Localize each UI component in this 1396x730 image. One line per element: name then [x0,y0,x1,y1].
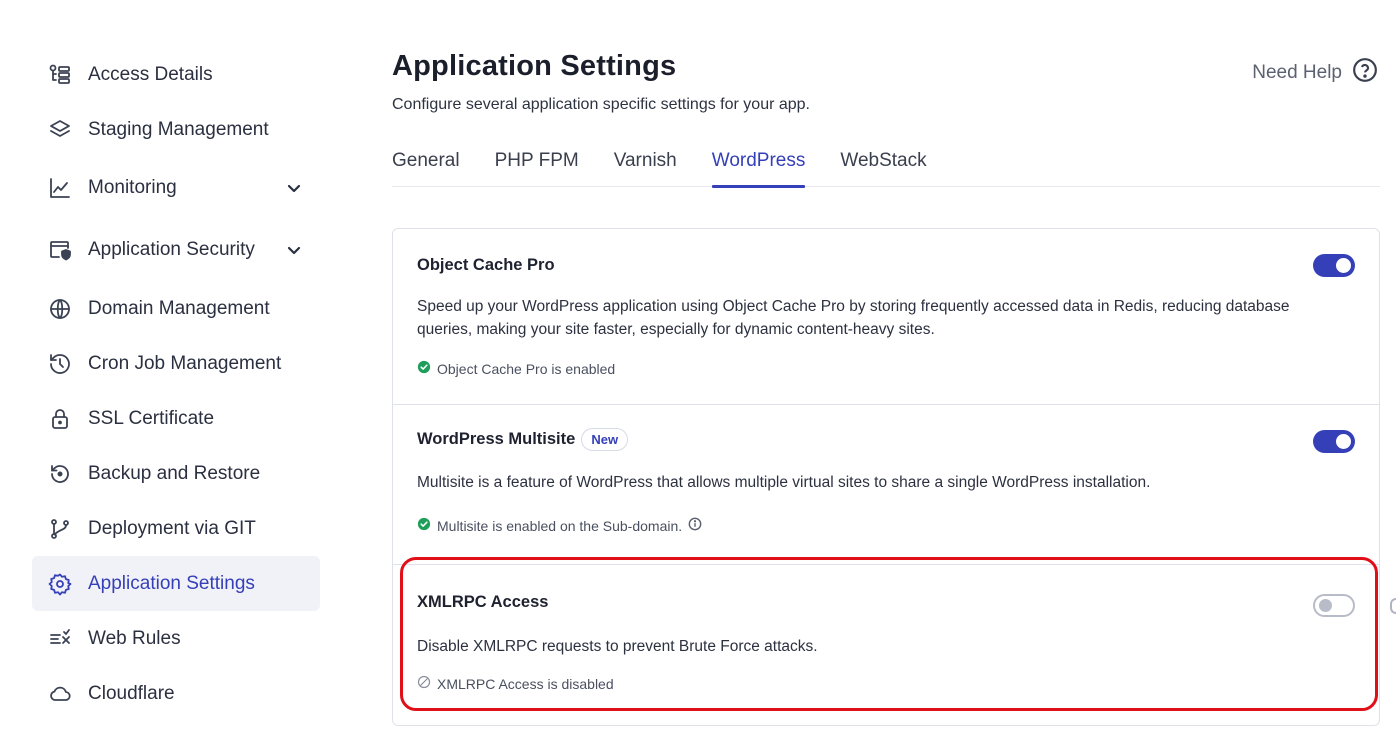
sidebar-item-ssl-certificate[interactable]: SSL Certificate [32,391,320,446]
check-circle-icon [417,517,431,534]
sidebar-item-domain-management[interactable]: Domain Management [32,281,320,336]
wordpress-settings-list: Object Cache Pro Speed up your WordPress… [392,228,1380,726]
tab-general[interactable]: General [392,150,460,187]
chevron-down-icon[interactable] [286,242,302,258]
sidebar-item-label: Domain Management [88,297,270,319]
setting-description: Speed up your WordPress application usin… [417,298,1290,338]
setting-card-wordpress-multisite: WordPress Multisite New Multisite is a f… [393,405,1379,565]
sidebar-item-cloudflare[interactable]: Cloudflare [32,666,320,721]
setting-title: XMLRPC Access [417,593,548,612]
chart-line-icon [47,175,73,201]
xmlrpc-access-toggle[interactable] [1313,594,1355,617]
setting-title-text: XMLRPC Access [417,593,549,611]
access-details-icon [47,62,73,88]
setting-description: Disable XMLRPC requests to prevent Brute… [417,638,818,655]
sidebar-item-web-rules[interactable]: Web Rules [32,611,320,666]
backup-restore-icon [47,461,73,487]
toggle-knob [1336,434,1351,449]
setting-title: WordPress Multisite New [417,428,629,451]
layers-icon [47,117,73,143]
setting-description: Multisite is a feature of WordPress that… [417,474,1151,491]
sidebar-item-label: Cloudflare [88,682,175,704]
page-title: Application Settings [392,50,677,82]
page-subtitle: Configure several application specific s… [392,96,810,113]
setting-title-text: WordPress Multisite [417,430,576,448]
check-circle-icon [417,360,431,377]
setting-card-xmlrpc-access: XMLRPC Access Disable XMLRPC requests to… [393,565,1379,725]
disabled-circle-icon [417,675,431,692]
sidebar-item-deployment-via-git[interactable]: Deployment via GIT [32,501,320,556]
object-cache-pro-toggle[interactable] [1313,254,1355,277]
tab-php-fpm[interactable]: PHP FPM [495,150,579,187]
sidebar-item-staging-management[interactable]: Staging Management [32,102,320,157]
info-icon[interactable] [688,517,702,534]
setting-title-text: Object Cache Pro [417,256,555,274]
sidebar-item-backup-and-restore[interactable]: Backup and Restore [32,446,320,501]
need-help-label: Need Help [1252,62,1342,83]
sidebar-item-cron-job-management[interactable]: Cron Job Management [32,336,320,391]
sidebar-item-label: Application Settings [88,572,255,594]
sidebar-item-label: Access Details [88,63,213,85]
gear-icon [47,571,73,597]
need-help-link[interactable]: Need Help [1252,57,1378,89]
settings-tabs: General PHP FPM Varnish WordPress WebSta… [392,150,1380,188]
setting-status: XMLRPC Access is disabled [417,675,614,692]
shield-window-icon [47,237,73,263]
sidebar-item-label: Backup and Restore [88,462,261,484]
setting-status-text: XMLRPC Access is disabled [437,675,614,692]
web-rules-icon [47,626,73,652]
sidebar-item-application-security[interactable]: Application Security [32,219,320,281]
sidebar-item-label: Cron Job Management [88,352,282,374]
www-globe-icon [47,296,73,322]
setting-title: Object Cache Pro [417,256,555,275]
sidebar-item-label: Deployment via GIT [88,517,256,539]
question-circle-icon [1352,57,1378,89]
chevron-down-icon[interactable] [286,180,302,196]
setting-status: Multisite is enabled on the Sub-domain. [417,517,702,534]
tab-wordpress[interactable]: WordPress [711,150,805,188]
sidebar-item-label: SSL Certificate [88,407,215,429]
lock-icon [47,406,73,432]
setting-status: Object Cache Pro is enabled [417,360,615,377]
edge-partial-icon [1390,598,1396,614]
wordpress-multisite-toggle[interactable] [1313,430,1355,453]
toggle-knob [1319,599,1332,612]
setting-status-text: Multisite is enabled on the Sub-domain. [437,517,683,534]
sidebar-item-label: Application Security [88,239,255,260]
setting-card-object-cache-pro: Object Cache Pro Speed up your WordPress… [393,229,1379,405]
sidebar: Access Details Staging Management Monito… [32,47,320,721]
new-badge: New [581,428,629,451]
setting-status-text: Object Cache Pro is enabled [437,360,616,377]
sidebar-item-label: Web Rules [88,627,181,649]
toggle-knob [1336,258,1351,273]
sidebar-item-access-details[interactable]: Access Details [32,47,320,102]
sidebar-item-label: Monitoring [88,177,177,198]
cloud-icon [47,681,73,707]
sidebar-item-label: Staging Management [88,118,269,140]
tab-varnish[interactable]: Varnish [614,150,677,187]
tab-webstack[interactable]: WebStack [840,150,926,187]
git-branch-icon [47,516,73,542]
history-clock-icon [47,351,73,377]
sidebar-item-application-settings[interactable]: Application Settings [32,556,320,611]
sidebar-item-monitoring[interactable]: Monitoring [32,157,320,219]
